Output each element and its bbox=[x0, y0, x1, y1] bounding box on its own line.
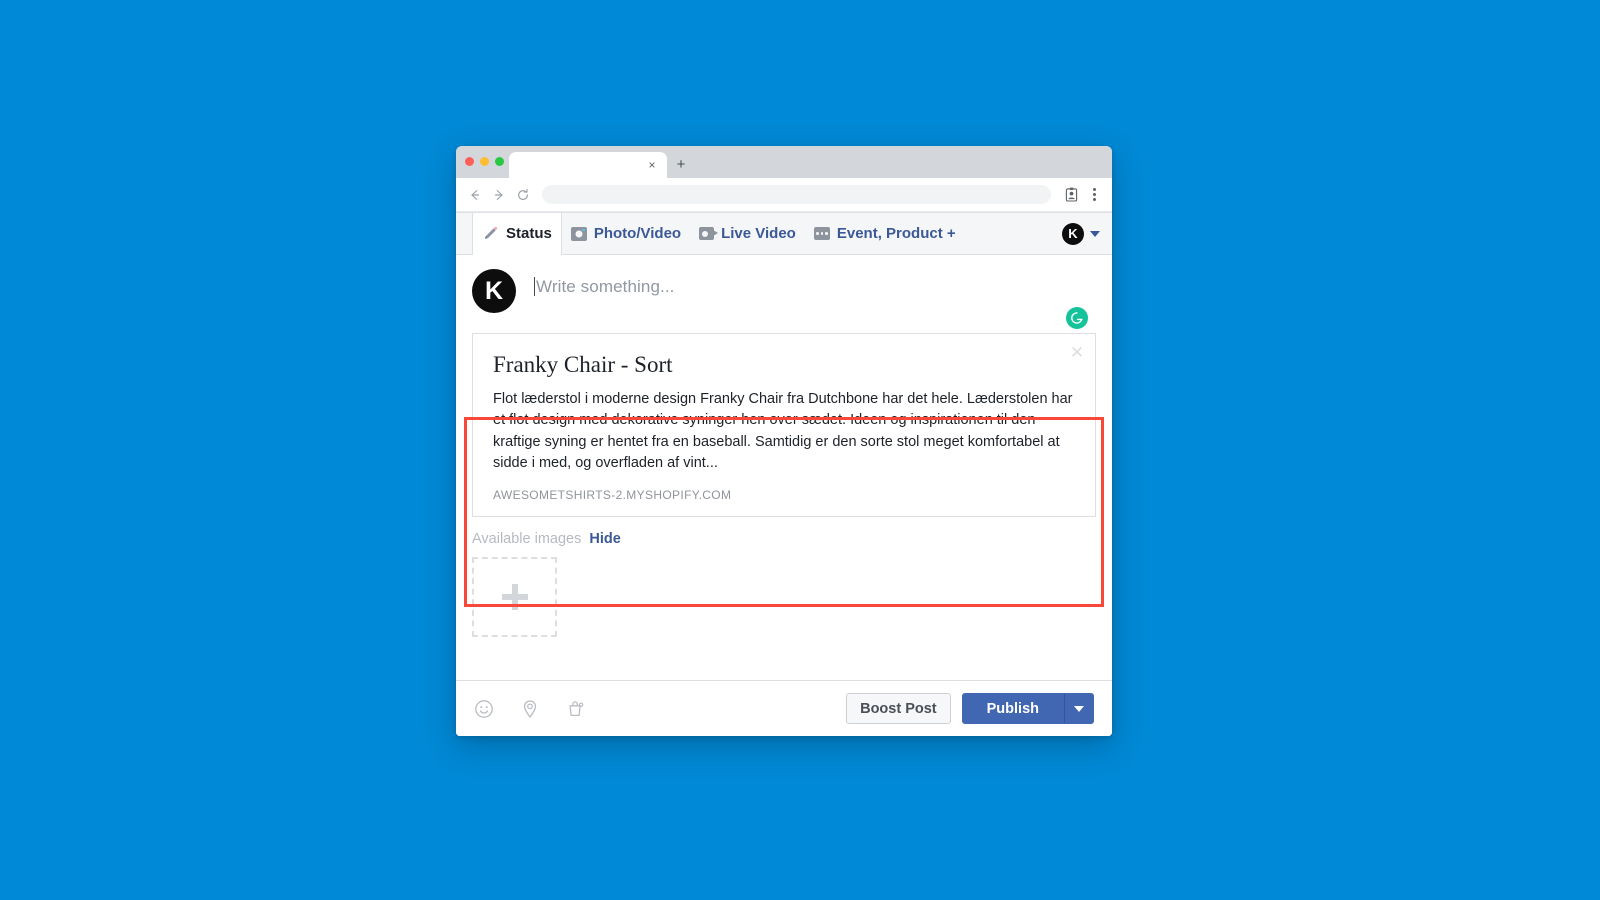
browser-tab[interactable]: × bbox=[509, 152, 667, 178]
publish-options-button[interactable] bbox=[1064, 693, 1094, 724]
chevron-down-icon bbox=[1074, 705, 1084, 712]
emoji-icon[interactable] bbox=[474, 699, 494, 719]
location-pin-icon[interactable] bbox=[520, 699, 540, 719]
add-image-button[interactable] bbox=[472, 557, 557, 638]
forward-arrow-icon[interactable] bbox=[488, 184, 510, 206]
publish-button[interactable]: Publish bbox=[961, 693, 1064, 724]
link-preview-description: Flot læderstol i moderne design Franky C… bbox=[493, 390, 1073, 471]
close-icon[interactable]: ✕ bbox=[1069, 344, 1085, 361]
shopping-tag-icon[interactable] bbox=[566, 699, 586, 719]
status-composer-row: K Write something... bbox=[456, 255, 1112, 333]
tab-live-video[interactable]: Live Video bbox=[690, 213, 805, 254]
tab-photo-video[interactable]: Photo/Video bbox=[562, 213, 690, 254]
browser-nav-bar bbox=[456, 178, 1112, 212]
plus-icon bbox=[501, 584, 528, 611]
avatar: K bbox=[472, 269, 516, 313]
hide-images-link[interactable]: Hide bbox=[589, 531, 620, 547]
composer-tab-bar: Status Photo/Video Live Video Event, Pro… bbox=[456, 213, 1112, 255]
tab-live-video-label: Live Video bbox=[721, 225, 796, 242]
address-bar[interactable] bbox=[542, 185, 1051, 204]
browser-tab-strip: × + bbox=[456, 146, 1112, 178]
tab-event-product[interactable]: Event, Product + bbox=[805, 213, 965, 254]
composer-tool-icons bbox=[474, 699, 586, 719]
tab-event-product-label: Event, Product + bbox=[836, 225, 956, 242]
account-switcher[interactable]: K bbox=[1062, 222, 1100, 245]
link-preview-title: Franky Chair - Sort bbox=[493, 352, 673, 377]
close-icon[interactable]: × bbox=[645, 158, 659, 172]
tab-photo-video-label: Photo/Video bbox=[593, 225, 682, 242]
tab-status-label: Status bbox=[506, 225, 552, 242]
window-minimize-button[interactable] bbox=[480, 157, 489, 166]
facebook-composer-page: Status Photo/Video Live Video Event, Pro… bbox=[456, 212, 1112, 736]
boost-post-button[interactable]: Boost Post bbox=[846, 693, 951, 724]
status-input[interactable]: Write something... bbox=[534, 269, 1096, 323]
profile-card-icon[interactable] bbox=[1061, 185, 1081, 205]
window-traffic-lights bbox=[465, 157, 504, 166]
browser-nav-right bbox=[1061, 185, 1104, 205]
window-close-button[interactable] bbox=[465, 157, 474, 166]
pencil-icon bbox=[482, 225, 499, 242]
link-preview-card[interactable]: ✕ Franky Chair - Sort Flot læderstol i m… bbox=[472, 333, 1096, 518]
kebab-menu-icon[interactable] bbox=[1084, 185, 1104, 205]
composer-bottom-toolbar: Boost Post Publish bbox=[456, 680, 1112, 736]
publish-button-group: Publish bbox=[961, 693, 1094, 724]
chevron-down-icon[interactable] bbox=[1090, 230, 1100, 237]
camera-icon bbox=[570, 226, 587, 241]
available-images-strip bbox=[456, 547, 1112, 638]
video-camera-icon bbox=[699, 227, 719, 240]
divider bbox=[473, 333, 1095, 334]
available-images-header: Available images Hide bbox=[456, 517, 1112, 547]
tab-status[interactable]: Status bbox=[472, 213, 562, 255]
text-cursor bbox=[534, 277, 535, 296]
browser-window: × + Status Photo/Video Live Video Event,… bbox=[456, 146, 1112, 736]
status-input-placeholder: Write something... bbox=[536, 277, 675, 296]
link-preview-domain: AWESOMETSHIRTS-2.MYSHOPIFY.COM bbox=[493, 488, 732, 503]
back-arrow-icon[interactable] bbox=[464, 184, 486, 206]
window-maximize-button[interactable] bbox=[495, 157, 504, 166]
dots-square-icon bbox=[813, 227, 830, 240]
new-tab-button[interactable]: + bbox=[672, 155, 690, 173]
grammarly-icon[interactable] bbox=[1066, 307, 1088, 329]
available-images-label: Available images bbox=[472, 531, 582, 548]
avatar: K bbox=[1062, 222, 1084, 245]
reload-icon[interactable] bbox=[512, 184, 534, 206]
